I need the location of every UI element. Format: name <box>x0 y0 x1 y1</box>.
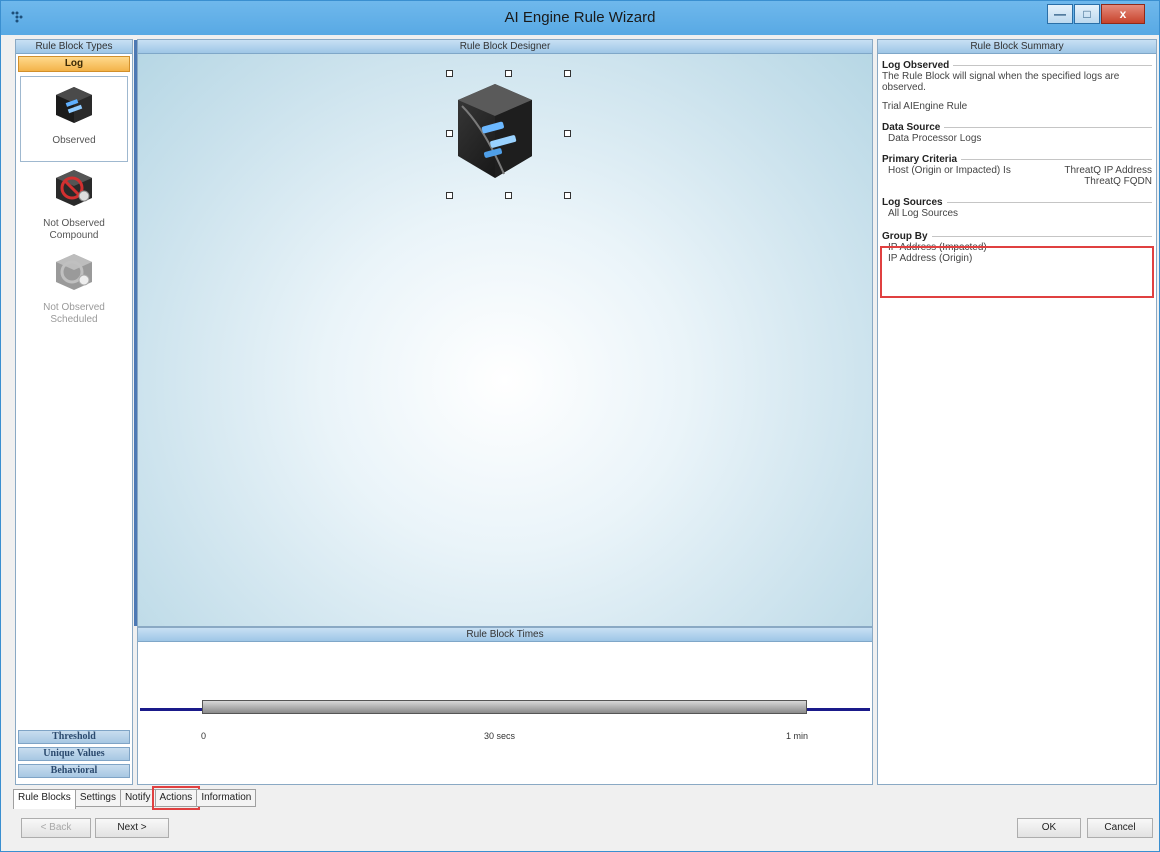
resize-handle[interactable] <box>446 130 453 137</box>
tab-settings[interactable]: Settings <box>74 789 121 807</box>
tab-rule-blocks[interactable]: Rule Blocks <box>13 789 76 809</box>
wizard-tabs: Rule Blocks Settings Notify Actions Info… <box>13 786 257 810</box>
resize-handle[interactable] <box>564 70 571 77</box>
tab-actions[interactable]: Actions <box>151 786 201 810</box>
block-type-not-observed-scheduled[interactable]: Not Observed Scheduled <box>16 250 132 326</box>
log-observed-block-icon[interactable] <box>454 78 536 188</box>
group-by-highlight <box>880 246 1154 298</box>
threshold-category-button[interactable]: Threshold <box>18 730 130 744</box>
observed-cube-icon <box>56 87 92 123</box>
timeline-label-start: 0 <box>201 731 207 741</box>
log-observed-title: Log Observed <box>882 60 1152 71</box>
log-sources-value: All Log Sources <box>888 208 959 219</box>
observed-label: Observed <box>52 135 96 146</box>
maximize-button[interactable]: □ <box>1074 4 1100 24</box>
rule-name: Trial AIEngine Rule <box>882 101 968 112</box>
behavioral-category-button[interactable]: Behavioral <box>18 764 130 778</box>
resize-handle[interactable] <box>564 192 571 199</box>
next-button[interactable]: Next > <box>95 818 169 838</box>
rule-block-summary-header: Rule Block Summary <box>878 40 1156 54</box>
resize-handle[interactable] <box>505 192 512 199</box>
resize-handle[interactable] <box>446 192 453 199</box>
criteria-value-ip: ThreatQ IP Address <box>1064 165 1152 176</box>
window-title: AI Engine Rule Wizard <box>504 9 656 26</box>
not-observed-scheduled-icon <box>56 254 92 290</box>
resize-handle[interactable] <box>505 70 512 77</box>
resize-handle[interactable] <box>446 70 453 77</box>
timeline-range-bar[interactable] <box>202 700 807 714</box>
minimize-button[interactable]: — <box>1047 4 1073 24</box>
not-observed-compound-icon <box>56 170 92 206</box>
tab-information[interactable]: Information <box>196 789 257 807</box>
timeline-label-mid: 30 secs <box>484 731 516 741</box>
log-sources-title: Log Sources <box>882 197 1152 208</box>
close-button[interactable]: x <box>1101 4 1145 24</box>
block-type-not-observed-compound[interactable]: Not Observed Compound <box>16 166 132 242</box>
rule-block-summary: Rule Block Summary Log Observed The Rule… <box>877 39 1157 785</box>
data-source-value: Data Processor Logs <box>888 133 982 144</box>
log-observed-description: The Rule Block will signal when the spec… <box>882 71 1120 93</box>
block-type-observed[interactable]: Observed <box>20 76 128 162</box>
criteria-condition: Host (Origin or Impacted) Is <box>888 165 1011 176</box>
wizard-window: AI Engine Rule Wizard — □ x Rule Block T… <box>0 0 1160 852</box>
rule-block-types-panel: Rule Block Types Log Observed Not Observ… <box>15 39 133 785</box>
rule-block-times-header: Rule Block Times <box>138 628 872 642</box>
rule-block-times: Rule Block Times 0 30 secs 1 min <box>137 627 873 785</box>
rule-block-designer-header: Rule Block Designer <box>138 40 872 54</box>
tab-notify[interactable]: Notify <box>119 789 156 807</box>
data-source-title: Data Source <box>882 122 1152 133</box>
title-bar: AI Engine Rule Wizard — □ x <box>1 1 1159 35</box>
criteria-value-fqdn: ThreatQ FQDN <box>1084 176 1152 187</box>
back-button[interactable]: < Back <box>21 818 91 838</box>
timeline-label-end: 1 min <box>786 731 809 741</box>
resize-handle[interactable] <box>564 130 571 137</box>
group-by-title: Group By <box>882 231 1152 242</box>
rule-block-designer[interactable]: Rule Block Designer <box>134 39 873 627</box>
not-observed-scheduled-label: Not Observed Scheduled <box>43 302 105 325</box>
not-observed-compound-label: Not Observed Compound <box>43 218 105 241</box>
rule-block-types-header: Rule Block Types <box>16 40 132 54</box>
unique-values-category-button[interactable]: Unique Values <box>18 747 130 761</box>
ok-button[interactable]: OK <box>1017 818 1081 838</box>
cancel-button[interactable]: Cancel <box>1087 818 1153 838</box>
primary-criteria-title: Primary Criteria <box>882 154 1152 165</box>
log-category-button[interactable]: Log <box>18 56 130 72</box>
